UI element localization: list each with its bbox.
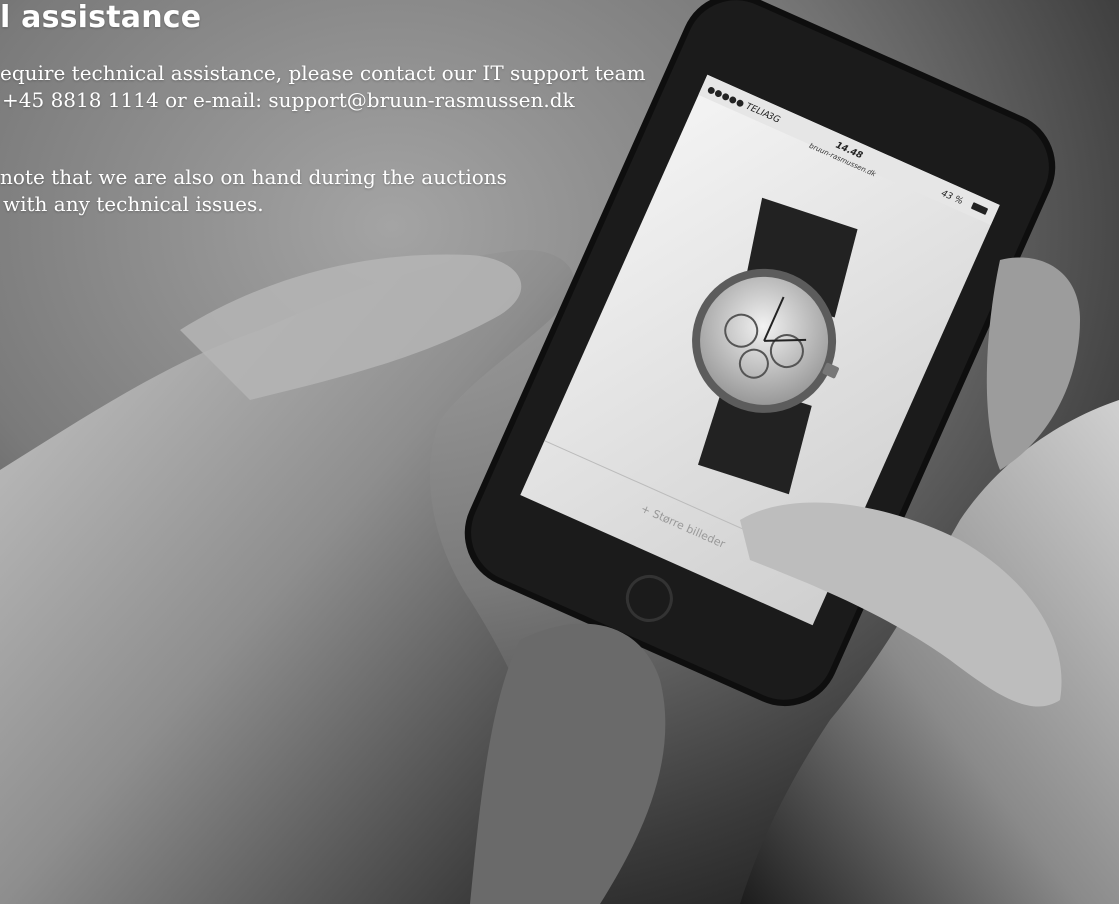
contact-line-2: +45 8818 1114 or e-mail: support@bruun-r… <box>2 88 575 112</box>
contact-line-1: equire technical assistance, please cont… <box>0 61 646 85</box>
auction-support-paragraph: note that we are also on hand during the… <box>0 164 507 218</box>
contact-paragraph: equire technical assistance, please cont… <box>0 60 646 114</box>
auction-line-1: note that we are also on hand during the… <box>0 165 507 189</box>
section-heading: l assistance <box>0 0 202 35</box>
photo-scene: ●●●●● TELIA 3G 14.48 bruun-rasmussen.dk … <box>0 0 1119 904</box>
auction-line-2: with any technical issues. <box>3 192 264 216</box>
